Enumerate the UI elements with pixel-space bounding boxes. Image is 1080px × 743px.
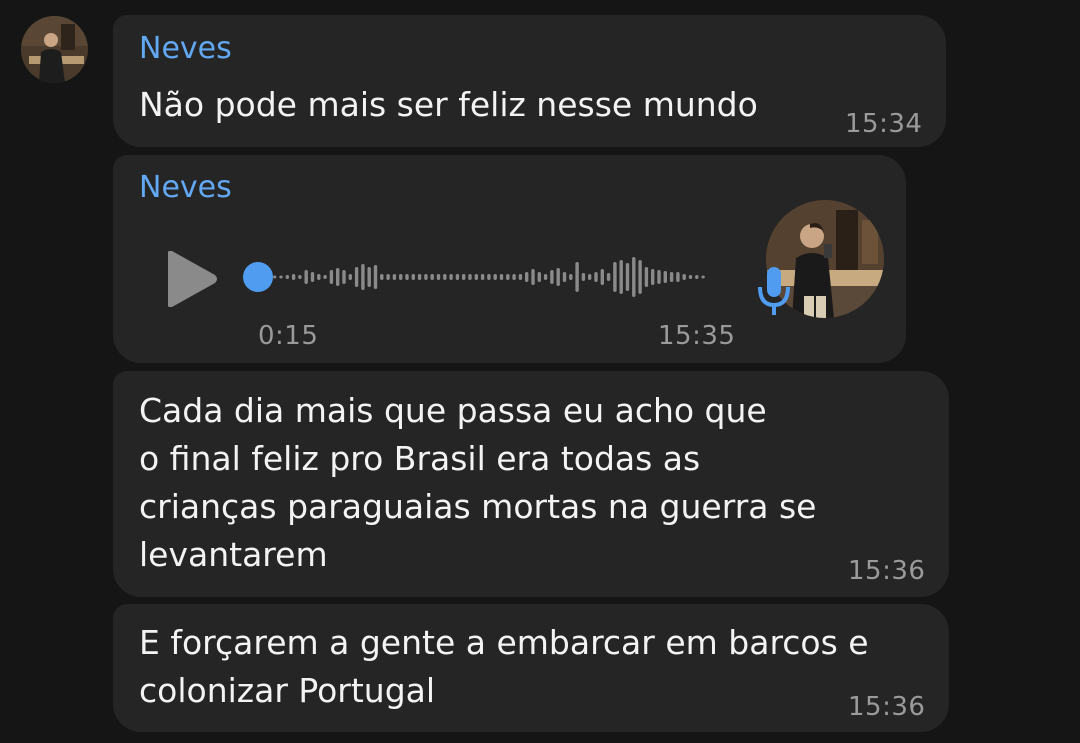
waveform-bar [361, 264, 365, 290]
waveform-bar [518, 274, 523, 280]
voice-message-bubble[interactable]: Neves 0:15 15:35 [113, 155, 906, 363]
message-time: 15:36 [848, 692, 926, 722]
waveform-bar [512, 274, 516, 280]
avatar-photo [21, 16, 88, 83]
waveform-bar [462, 274, 466, 280]
waveform-bar [411, 274, 415, 280]
waveform-bar [682, 274, 686, 280]
waveform-bar [291, 274, 296, 280]
waveform-bar [367, 267, 371, 287]
message-time: 15:36 [848, 556, 926, 586]
waveform-bar [468, 274, 472, 280]
waveform-bar [317, 274, 321, 280]
waveform-bar [657, 270, 661, 284]
waveform-bar [569, 274, 573, 280]
waveform-bar [430, 274, 434, 280]
waveform-bar [480, 274, 485, 280]
waveform-bar [417, 274, 422, 280]
waveform-bar [625, 263, 630, 291]
waveform-bar [606, 273, 611, 281]
waveform-bar [588, 274, 592, 280]
waveform-bar [525, 272, 529, 282]
waveform-bar [436, 274, 441, 280]
waveform-bar [386, 274, 390, 280]
waveform-bar [342, 270, 346, 284]
sender-name[interactable]: Neves [139, 31, 232, 66]
waveform-bar [543, 274, 548, 280]
waveform-bar [619, 260, 623, 294]
message-time: 15:35 [658, 321, 736, 351]
waveform-bar [531, 269, 535, 285]
waveform-bar [348, 274, 352, 280]
waveform-bar [600, 269, 604, 285]
waveform-bar [562, 272, 567, 282]
message-text: Não pode mais ser feliz nesse mundo [139, 85, 758, 124]
waveform-bar [487, 274, 491, 280]
waveform-bar [455, 274, 460, 280]
waveform-bar [556, 268, 560, 286]
waveform-bar [443, 274, 447, 280]
waveform-bar [632, 257, 636, 297]
voice-duration: 0:15 [258, 321, 319, 351]
waveform-bar [550, 270, 554, 284]
voice-waveform[interactable] [241, 251, 741, 303]
waveform-bar [663, 271, 667, 283]
waveform-bar [354, 267, 359, 287]
waveform-bar [285, 275, 289, 279]
sender-avatar[interactable] [21, 16, 88, 83]
waveform-bar [537, 272, 541, 282]
waveform-bar [304, 270, 308, 284]
waveform-bar [424, 274, 428, 280]
waveform-bar [399, 274, 403, 280]
waveform-bar [310, 272, 315, 282]
waveform-bar [493, 274, 497, 280]
sender-name[interactable]: Neves [139, 170, 232, 205]
waveform-bar [688, 275, 693, 279]
message-bubble[interactable]: Neves Não pode mais ser feliz nesse mund… [113, 15, 946, 147]
waveform-bar [676, 272, 680, 282]
waveform-bar [669, 272, 674, 282]
waveform-bar [449, 274, 453, 280]
waveform-bar [613, 262, 617, 292]
waveform-bar [279, 275, 283, 279]
message-text: E forçarem a gente a embarcar em barcos … [139, 623, 869, 710]
play-icon [168, 250, 217, 308]
waveform-bar [506, 274, 510, 280]
waveform-bar [644, 267, 649, 287]
waveform-bar [695, 275, 699, 279]
waveform-bar [392, 274, 397, 280]
waveform-bar [273, 275, 277, 279]
waveform-bar [651, 269, 655, 285]
playback-position-handle[interactable] [243, 262, 273, 292]
play-button[interactable] [165, 250, 221, 308]
microphone-icon [757, 265, 791, 317]
message-bubble[interactable]: E forçarem a gente a embarcar em barcos … [113, 604, 949, 732]
waveform-bar [474, 274, 478, 280]
message-text: Cada dia mais que passa eu acho que o fi… [139, 391, 817, 574]
waveform-bar [499, 274, 504, 280]
waveform-bar [380, 274, 384, 280]
waveform-bar [701, 275, 705, 279]
waveform-bar [405, 274, 409, 280]
message-time: 15:34 [845, 109, 923, 139]
waveform-bar [575, 262, 579, 292]
waveform-bar [336, 268, 340, 286]
waveform-bar [373, 265, 378, 289]
waveform-bar [323, 275, 327, 279]
waveform-bar [298, 275, 302, 279]
waveform-bar [638, 260, 642, 294]
message-bubble[interactable]: Cada dia mais que passa eu acho que o fi… [113, 371, 949, 597]
waveform-bar [581, 273, 586, 281]
waveform-bar [594, 272, 598, 282]
waveform-bar [329, 270, 334, 284]
